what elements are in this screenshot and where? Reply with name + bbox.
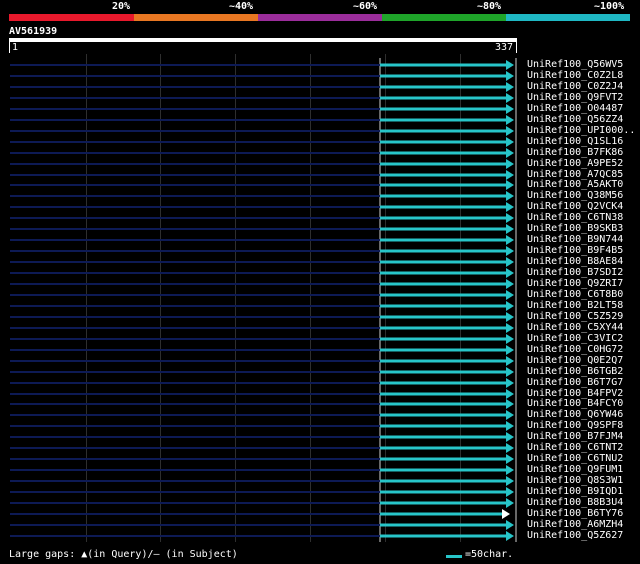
hit-arrow-head[interactable] bbox=[506, 159, 514, 169]
hit-label[interactable]: UniRef100_Q2VCK4 bbox=[527, 201, 623, 212]
hit-arrow-head[interactable] bbox=[506, 115, 514, 125]
hit-arrow-head[interactable] bbox=[506, 71, 514, 81]
hit-arrow-head[interactable] bbox=[506, 126, 514, 136]
hit-arrow-head[interactable] bbox=[506, 345, 514, 355]
hit-label[interactable]: UniRef100_B9N744 bbox=[527, 234, 623, 245]
hit-arrow-head[interactable] bbox=[506, 224, 514, 234]
hit-arrow-head[interactable] bbox=[506, 410, 514, 420]
hit-label[interactable]: UniRef100_B7FJM4 bbox=[527, 431, 623, 442]
hit-arrow-head[interactable] bbox=[506, 389, 514, 399]
hit-label[interactable]: UniRef100_Q5Z627 bbox=[527, 530, 623, 541]
hit-label[interactable]: UniRef100_B8AE84 bbox=[527, 256, 623, 267]
hit-arrow-head[interactable] bbox=[506, 268, 514, 278]
hit-label[interactable]: UniRef100_C5XY44 bbox=[527, 322, 623, 333]
hit-arrow-head[interactable] bbox=[506, 148, 514, 158]
hit-arrow-head[interactable] bbox=[506, 454, 514, 464]
hit-arrow-head[interactable] bbox=[506, 520, 514, 530]
hit-label[interactable]: UniRef100_Q56WV5 bbox=[527, 59, 623, 70]
hit-label[interactable]: UniRef100_B8B3U4 bbox=[527, 497, 623, 508]
hit-arrow-head[interactable] bbox=[506, 334, 514, 344]
hit-arrow-head[interactable] bbox=[506, 531, 514, 541]
hit-label[interactable]: UniRef100_Q6YW46 bbox=[527, 409, 623, 420]
hit-label[interactable]: UniRef100_C6TNT2 bbox=[527, 442, 623, 453]
hit-arrow-head[interactable] bbox=[506, 498, 514, 508]
hit-label[interactable]: UniRef100_B7SDI2 bbox=[527, 267, 623, 278]
hit-arrow-head[interactable] bbox=[506, 399, 514, 409]
hit-label[interactable]: UniRef100_B9IQD1 bbox=[527, 486, 623, 497]
hit-arrow-head[interactable] bbox=[506, 421, 514, 431]
hit-arrow-head[interactable] bbox=[506, 104, 514, 114]
hit-label[interactable]: UniRef100_C0Z2J4 bbox=[527, 81, 623, 92]
hit-arrow-head[interactable] bbox=[506, 82, 514, 92]
hit-label[interactable]: UniRef100_Q9SPF8 bbox=[527, 420, 623, 431]
hit-arrow-head[interactable] bbox=[506, 290, 514, 300]
hit-arrow-head[interactable] bbox=[506, 443, 514, 453]
hit-label[interactable]: UniRef100_B2LT58 bbox=[527, 300, 623, 311]
hit-label[interactable]: UniRef100_A5AKT0 bbox=[527, 179, 623, 190]
scale-marker bbox=[446, 555, 462, 558]
hit-label[interactable]: UniRef100_UPI000.. bbox=[527, 125, 635, 136]
hit-label[interactable]: UniRef100_B9SKB3 bbox=[527, 223, 623, 234]
hit-arrow-head[interactable] bbox=[506, 279, 514, 289]
hit-label[interactable]: UniRef100_B6TGB2 bbox=[527, 366, 623, 377]
hit-label[interactable]: UniRef100_Q8S3W1 bbox=[527, 475, 623, 486]
hit-label[interactable]: UniRef100_C6TN38 bbox=[527, 212, 623, 223]
hit-arrow-head[interactable] bbox=[506, 301, 514, 311]
hit-arrow-head[interactable] bbox=[506, 202, 514, 212]
hit-arrow-head[interactable] bbox=[506, 476, 514, 486]
hit-label[interactable]: UniRef100_A6MZH4 bbox=[527, 519, 623, 530]
hit-label[interactable]: UniRef100_Q9ZRI7 bbox=[527, 278, 623, 289]
scale-label: =50char. bbox=[465, 549, 514, 560]
hit-arrow-head[interactable] bbox=[506, 312, 514, 322]
hit-arrow-head[interactable] bbox=[506, 93, 514, 103]
hit-label[interactable]: UniRef100_C6T8B0 bbox=[527, 289, 623, 300]
hit-arrow-head[interactable] bbox=[506, 170, 514, 180]
hit-arrow-head[interactable] bbox=[506, 235, 514, 245]
hit-arrow-head[interactable] bbox=[506, 60, 514, 70]
hit-arrow-head[interactable] bbox=[506, 465, 514, 475]
hit-label[interactable]: UniRef100_C6TNU2 bbox=[527, 453, 623, 464]
hit-label[interactable]: UniRef100_A9PE52 bbox=[527, 158, 623, 169]
hit-label[interactable]: UniRef100_B7FK86 bbox=[527, 147, 623, 158]
hit-arrow-head[interactable] bbox=[506, 487, 514, 497]
hit-label[interactable]: UniRef100_B6TY76 bbox=[527, 508, 623, 519]
hit-arrow-head[interactable] bbox=[506, 257, 514, 267]
hit-arrow-head[interactable] bbox=[506, 246, 514, 256]
hit-arrow-head[interactable] bbox=[506, 180, 514, 190]
hit-label[interactable]: UniRef100_B4FCY0 bbox=[527, 398, 623, 409]
hit-label[interactable]: UniRef100_C5Z529 bbox=[527, 311, 623, 322]
hit-label[interactable]: UniRef100_C0Z2L8 bbox=[527, 70, 623, 81]
hit-label[interactable]: UniRef100_B9F4B5 bbox=[527, 245, 623, 256]
hit-arrow-head[interactable] bbox=[506, 378, 514, 388]
hit-label[interactable]: UniRef100_B6T7G7 bbox=[527, 377, 623, 388]
hit-arrow-head[interactable] bbox=[506, 323, 514, 333]
hit-arrow-head[interactable] bbox=[502, 509, 510, 519]
hit-label[interactable]: UniRef100_Q38M56 bbox=[527, 190, 623, 201]
hit-arrow-head[interactable] bbox=[506, 356, 514, 366]
gap-legend: Large gaps: ▲(in Query)/– (in Subject) bbox=[9, 549, 238, 560]
hit-label[interactable]: UniRef100_Q1SL16 bbox=[527, 136, 623, 147]
hit-label[interactable]: UniRef100_Q56ZZ4 bbox=[527, 114, 623, 125]
hit-arrow-head[interactable] bbox=[506, 367, 514, 377]
hit-arrow-head[interactable] bbox=[506, 432, 514, 442]
hit-arrow-head[interactable] bbox=[506, 137, 514, 147]
hit-label[interactable]: UniRef100_C3VIC2 bbox=[527, 333, 623, 344]
hit-arrow-head[interactable] bbox=[506, 213, 514, 223]
hit-label[interactable]: UniRef100_Q9FUM1 bbox=[527, 464, 623, 475]
hit-label[interactable]: UniRef100_O04487 bbox=[527, 103, 623, 114]
hit-arrow-head[interactable] bbox=[506, 191, 514, 201]
hit-label[interactable]: UniRef100_Q0E2Q7 bbox=[527, 355, 623, 366]
hit-label[interactable]: UniRef100_Q9FVT2 bbox=[527, 92, 623, 103]
hit-label[interactable]: UniRef100_C0HG72 bbox=[527, 344, 623, 355]
